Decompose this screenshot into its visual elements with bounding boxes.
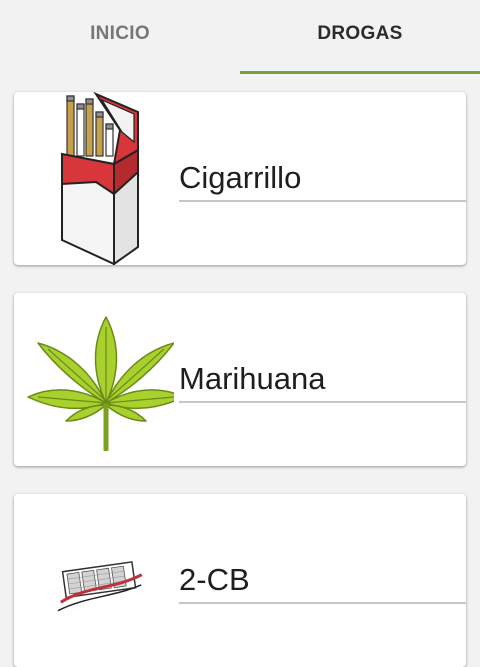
tab-drogas[interactable]: DROGAS (240, 0, 480, 74)
divider (179, 401, 466, 403)
tab-inicio[interactable]: INICIO (0, 0, 240, 74)
drug-card-marihuana[interactable]: Marihuana (14, 293, 466, 466)
cigarette-pack-icon (61, 92, 139, 265)
divider (179, 200, 466, 202)
drug-name: Marihuana (179, 361, 326, 396)
divider (179, 602, 466, 604)
drug-card-cigarrillo[interactable]: Cigarrillo (14, 92, 466, 265)
drug-name: Cigarrillo (179, 160, 302, 195)
drug-card-2cb[interactable]: 2-CB (14, 494, 466, 667)
pill-strip-icon (57, 561, 143, 612)
cannabis-leaf-icon (27, 316, 174, 451)
drug-name: 2-CB (179, 562, 250, 597)
tab-bar: INICIO DROGAS (0, 0, 480, 74)
active-tab-indicator (240, 71, 480, 74)
